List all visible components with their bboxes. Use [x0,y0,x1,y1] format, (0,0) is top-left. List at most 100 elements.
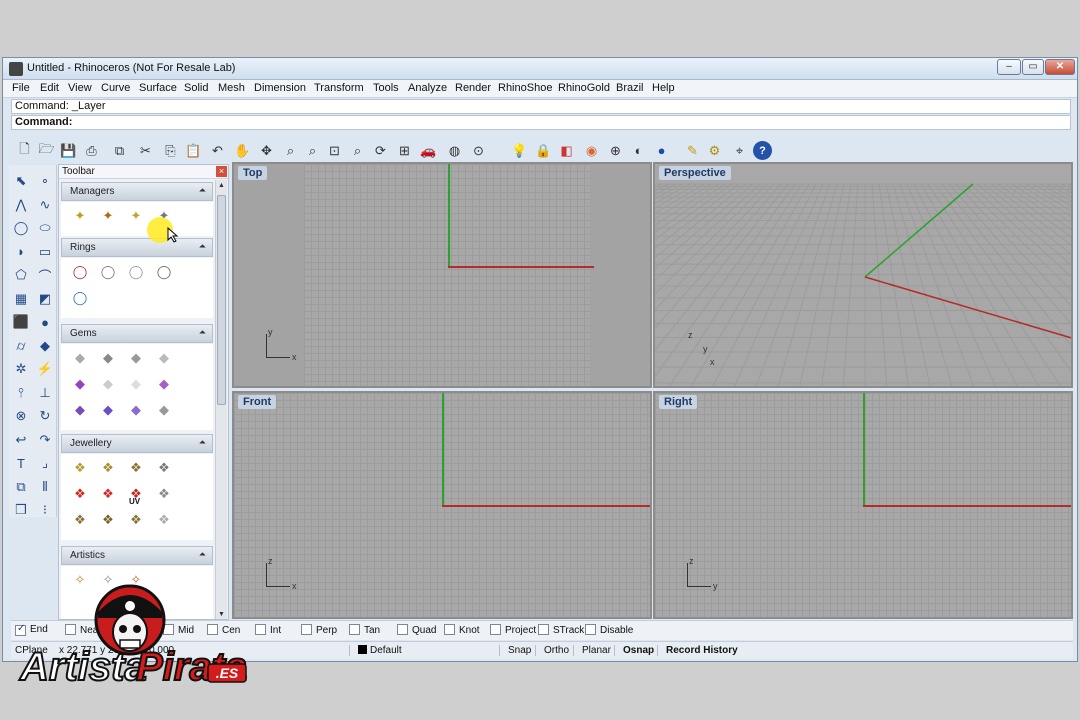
gem-12-icon[interactable]: ◆ [153,399,175,421]
minimize-button[interactable]: – [997,59,1021,75]
solid-box-icon[interactable]: ❒ [11,500,31,520]
menu-render[interactable]: Render [455,82,491,94]
pan-hand-icon[interactable]: ✋ [233,141,252,160]
close-button[interactable]: ✕ [1045,59,1075,75]
pencil-icon[interactable]: ✎ [683,141,702,160]
jewel-6-icon[interactable]: ❖ [97,483,119,505]
checkbox[interactable] [397,624,408,635]
panel-close-button[interactable]: × [216,166,227,177]
mirror-icon[interactable]: ⫴ [35,477,55,497]
menu-dimension[interactable]: Dimension [254,82,306,94]
trim-icon[interactable]: ⫯ [11,383,31,403]
gem-3-icon[interactable]: ◆ [125,347,147,369]
toggle-osnap[interactable]: Osnap [614,645,654,656]
menu-surface[interactable]: Surface [139,82,177,94]
menu-rhinogold[interactable]: RhinoGold [558,82,610,94]
viewport-top[interactable]: Top y x [232,162,652,388]
menu-transform[interactable]: Transform [314,82,364,94]
jewel-1-icon[interactable]: ❖ [69,457,91,479]
checkbox[interactable] [301,624,312,635]
osnap-knot[interactable]: Knot [444,624,480,636]
menu-file[interactable]: File [12,82,30,94]
shade-icon[interactable]: ◍ [445,141,464,160]
gem-5-icon[interactable]: ◆ [69,373,91,395]
osnap-quad[interactable]: Quad [397,624,436,636]
section-rings[interactable]: Rings ⏶ [61,238,213,257]
box-icon[interactable]: ⬛ [11,312,31,332]
explode-icon[interactable]: ⚡ [35,359,55,379]
rectangle-icon[interactable]: ▭ [35,242,55,262]
jewel-3-icon[interactable]: ❖ [125,457,147,479]
section-managers[interactable]: Managers ⏶ [61,182,213,201]
checkbox[interactable] [538,624,549,635]
jewel-2-icon[interactable]: ❖ [97,457,119,479]
ellipse-icon[interactable]: ⬭ [35,218,55,238]
sphere-icon[interactable]: ● [35,312,55,332]
cylinder-icon[interactable]: ⌭ [11,336,31,356]
rotate-view-icon[interactable]: ⟳ [371,141,390,160]
paste-icon[interactable]: 📋 [184,141,203,160]
gear-transform-icon[interactable]: ✲ [11,359,31,379]
undo-icon[interactable]: ↶ [208,141,227,160]
copy-icon[interactable]: ⎘ [161,141,180,160]
jewel-5-icon[interactable]: ❖ [69,483,91,505]
viewport-label-perspective[interactable]: Perspective [659,166,731,180]
curve-icon[interactable]: ∿ [35,195,55,215]
open-folder-icon[interactable]: 🗁 [37,141,56,160]
jewel-7-icon[interactable]: ❖ [125,483,147,505]
jewel-4-icon[interactable]: ❖ [153,457,175,479]
cut-icon[interactable]: ✂ [136,141,155,160]
osnap-tan[interactable]: Tan [349,624,380,636]
treasure-chest-icon[interactable]: ✦ [97,205,119,227]
checkbox[interactable] [349,624,360,635]
sweep-icon[interactable]: ↷ [35,430,55,450]
viewport-label-right[interactable]: Right [659,395,698,409]
import-icon[interactable]: ⧉ [110,141,129,160]
boolean-icon[interactable]: ⊗ [11,406,31,426]
layer-indicator[interactable]: Default [349,645,402,656]
gem-4-icon[interactable]: ◆ [153,347,175,369]
shaded-sphere-icon[interactable]: ◐ [629,141,648,160]
polyline-icon[interactable]: ⋀ [11,195,31,215]
color-wheel-icon[interactable]: ◉ [582,141,601,160]
menu-mesh[interactable]: Mesh [218,82,245,94]
osnap-strack[interactable]: STrack [538,624,584,636]
menu-tools[interactable]: Tools [373,82,399,94]
osnap-disable[interactable]: Disable [585,624,633,636]
jewel-11-icon[interactable]: ❖ [125,509,147,531]
rotate-icon[interactable]: ↻ [35,406,55,426]
jewel-10-icon[interactable]: ❖ [97,509,119,531]
section-jewellery[interactable]: Jewellery ⏶ [61,434,213,453]
viewport-label-front[interactable]: Front [238,395,277,409]
point-icon[interactable]: ∘ [35,171,55,191]
jewel-12-icon[interactable]: ❖ [153,509,175,531]
menu-brazil[interactable]: Brazil [616,82,644,94]
gem-2-icon[interactable]: ◆ [97,347,119,369]
checkbox[interactable] [255,624,266,635]
lock-icon[interactable]: 🔒 [534,141,553,160]
text-icon[interactable]: T [11,453,31,473]
group-icon[interactable]: ⧉ [11,477,31,497]
bend-icon[interactable]: ↩ [11,430,31,450]
checkbox[interactable] [585,624,596,635]
viewport-perspective[interactable]: Perspective z y x [653,162,1073,388]
ring-1-icon[interactable]: ◯ [69,261,91,283]
split-icon[interactable]: ⊥ [35,383,55,403]
gem-7-icon[interactable]: ◆ [125,373,147,395]
car-icon[interactable]: 🚗 [419,141,438,160]
layer-icon[interactable]: ◧ [557,141,576,160]
fillet-icon[interactable]: ⌒ [35,265,55,285]
command-prompt-input[interactable]: Command: [11,115,1071,130]
circle-icon[interactable]: ◯ [11,218,31,238]
toggle-record-history[interactable]: Record History [657,645,738,656]
menu-curve[interactable]: Curve [101,82,130,94]
zoom-dynamic-icon[interactable]: ⌕ [303,141,322,160]
save-icon[interactable]: 💾 [59,141,78,160]
menu-view[interactable]: View [68,82,92,94]
scroll-up-icon[interactable]: ▲ [218,182,225,189]
new-file-icon[interactable]: 🗋 [15,141,34,160]
scroll-thumb[interactable] [217,195,226,405]
extrude-icon[interactable]: ◩ [35,289,55,309]
checkbox[interactable] [490,624,501,635]
jewel-9-icon[interactable]: ❖ [69,509,91,531]
